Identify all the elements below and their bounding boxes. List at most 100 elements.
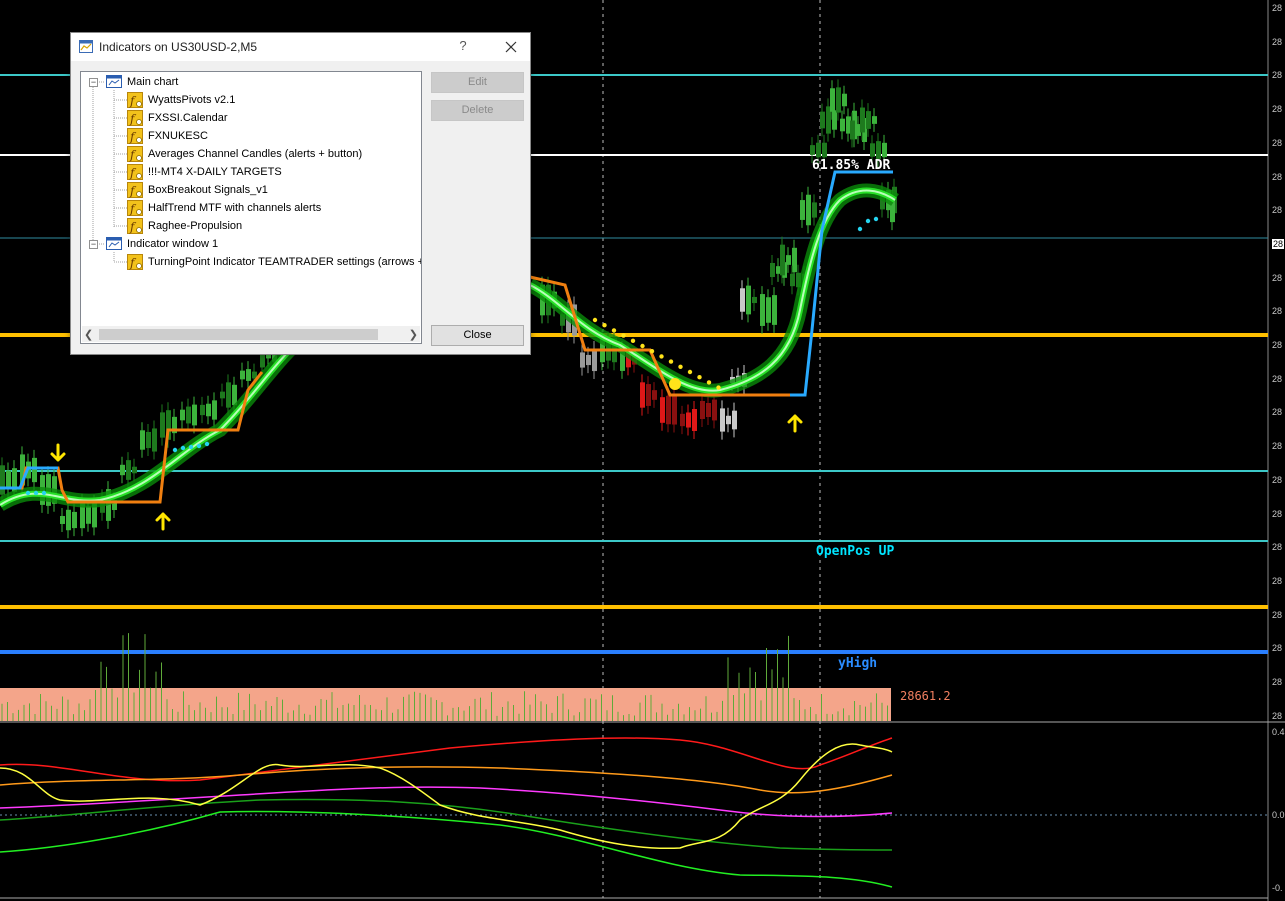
price-axis-tick: 28 [1272, 36, 1283, 47]
candle-body [686, 412, 691, 428]
tree-item-label: TurningPoint Indicator TEAMTRADER settin… [148, 256, 422, 268]
oscillator-line [0, 786, 893, 818]
candle-body [132, 466, 137, 474]
price-axis-tick: 28 [1272, 677, 1283, 687]
candle-body [746, 285, 751, 315]
candle-body [792, 247, 797, 273]
candle-body [860, 107, 865, 133]
candle-body [870, 143, 875, 157]
edit-button[interactable]: Edit [431, 72, 524, 93]
candle-body [640, 382, 645, 408]
candle-body [720, 408, 725, 432]
indicator-tree[interactable]: − Main chart f WyattsPivots v2.1 f FXSSI.Ca… [80, 71, 422, 344]
candle-body [772, 295, 777, 325]
price-axis-tick: 28 [1272, 373, 1283, 384]
collapse-icon[interactable]: − [89, 240, 98, 249]
price-axis-tick: 28 [1272, 643, 1283, 654]
trend-dot [687, 369, 693, 375]
candle-body [126, 460, 131, 480]
price-axis-tick: 28 [1272, 171, 1283, 182]
trend-dot [621, 333, 626, 338]
close-icon[interactable] [501, 37, 521, 57]
oscillator-line [0, 737, 893, 782]
adr-label: 61.85% ADR [812, 158, 891, 173]
indicators-window-icon [79, 40, 93, 53]
trend-dot [678, 364, 683, 369]
scroll-left-icon[interactable]: ❮ [84, 328, 93, 341]
price-axis-tick: 28 [1272, 575, 1283, 586]
candle-body [770, 262, 775, 278]
signal-dot [41, 490, 47, 496]
candle-body [810, 145, 815, 155]
price-axis-tick: 28 [1272, 3, 1283, 13]
candle-body [680, 413, 685, 427]
delete-button[interactable]: Delete [431, 100, 524, 121]
candle-body [60, 516, 65, 524]
trend-dot [668, 359, 674, 364]
tree-item-indicator[interactable]: f TurningPoint Indicator TEAMTRADER setti… [81, 253, 421, 271]
price-axis-tick: 28 [1272, 441, 1283, 452]
price-axis-tick: 28 [1272, 306, 1283, 317]
candle-body [786, 255, 791, 265]
candle-body [836, 87, 841, 113]
indicator-function-icon: f [127, 146, 143, 162]
candle-body [120, 464, 125, 476]
candle-body [226, 382, 231, 408]
tree-item-indicator[interactable]: f Averages Channel Candles (alerts + butt… [81, 145, 421, 163]
trend-dot [640, 343, 645, 349]
dialog-title: Indicators on US30USD-2,M5 [99, 40, 258, 54]
candle-body [672, 395, 677, 425]
indicator-axis-tick: -0. [1272, 883, 1283, 893]
candle-body [592, 348, 597, 372]
tree-item-indicator[interactable]: f FXNUKESC [81, 127, 421, 145]
indicator-axis-tick: 0.0 [1272, 810, 1285, 820]
scroll-thumb[interactable] [99, 329, 378, 340]
tree-node-main-chart[interactable]: − Main chart [81, 73, 421, 91]
candle-body [186, 406, 191, 424]
candle-body [752, 296, 757, 304]
collapse-icon[interactable]: − [89, 78, 98, 87]
trend-dot [697, 375, 702, 380]
help-button[interactable]: ? [457, 38, 469, 53]
candle-body [32, 457, 37, 483]
candle-body [586, 354, 591, 366]
candle-body [882, 142, 887, 158]
scroll-right-icon[interactable]: ❯ [409, 328, 418, 341]
candle-body [820, 111, 825, 129]
indicator-function-icon: f [127, 200, 143, 216]
candle-body [830, 88, 835, 112]
candle-body [246, 369, 251, 381]
price-axis-tick: 28 [1272, 340, 1283, 350]
trend-dot [649, 349, 655, 354]
tree-item-label: FXNUKESC [148, 130, 208, 142]
tree-item-indicator[interactable]: f FXSSI.Calendar [81, 109, 421, 127]
tree-item-indicator[interactable]: f WyattsPivots v2.1 [81, 91, 421, 109]
dialog-titlebar[interactable]: Indicators on US30USD-2,M5 ? [71, 33, 530, 61]
tree-node-indicator-window[interactable]: − Indicator window 1 [81, 235, 421, 253]
signal-dot [204, 441, 210, 447]
candle-body [806, 194, 811, 226]
tree-item-label: HalfTrend MTF with channels alerts [148, 202, 322, 214]
indicator-function-icon: f [127, 182, 143, 198]
tree-item-indicator[interactable]: f BoxBreakout Signals_v1 [81, 181, 421, 199]
tree-item-indicator[interactable]: f !!!-MT4 X-DAILY TARGETS [81, 163, 421, 181]
tree-item-indicator[interactable]: f Raghee-Propulsion [81, 217, 421, 235]
indicator-function-icon: f [127, 110, 143, 126]
indicator-function-icon: f [127, 164, 143, 180]
price-axis-tick: 28 [1272, 272, 1283, 283]
candle-body [700, 400, 705, 420]
trend-dot [659, 354, 664, 359]
candle-body [666, 395, 671, 425]
candle-body [86, 506, 91, 524]
tree-label-main-chart: Main chart [127, 76, 179, 88]
yhigh-label: yHigh [838, 656, 878, 671]
tree-item-indicator[interactable]: f HalfTrend MTF with channels alerts [81, 199, 421, 217]
candle-body [580, 352, 585, 368]
candle-body [760, 294, 765, 326]
candle-body [146, 431, 151, 449]
horizontal-scrollbar[interactable]: ❮ ❯ [82, 326, 420, 342]
candle-body [200, 404, 205, 416]
indicator-function-icon: f [127, 92, 143, 108]
close-button[interactable]: Close [431, 325, 524, 346]
tree-item-label: Raghee-Propulsion [148, 220, 243, 232]
